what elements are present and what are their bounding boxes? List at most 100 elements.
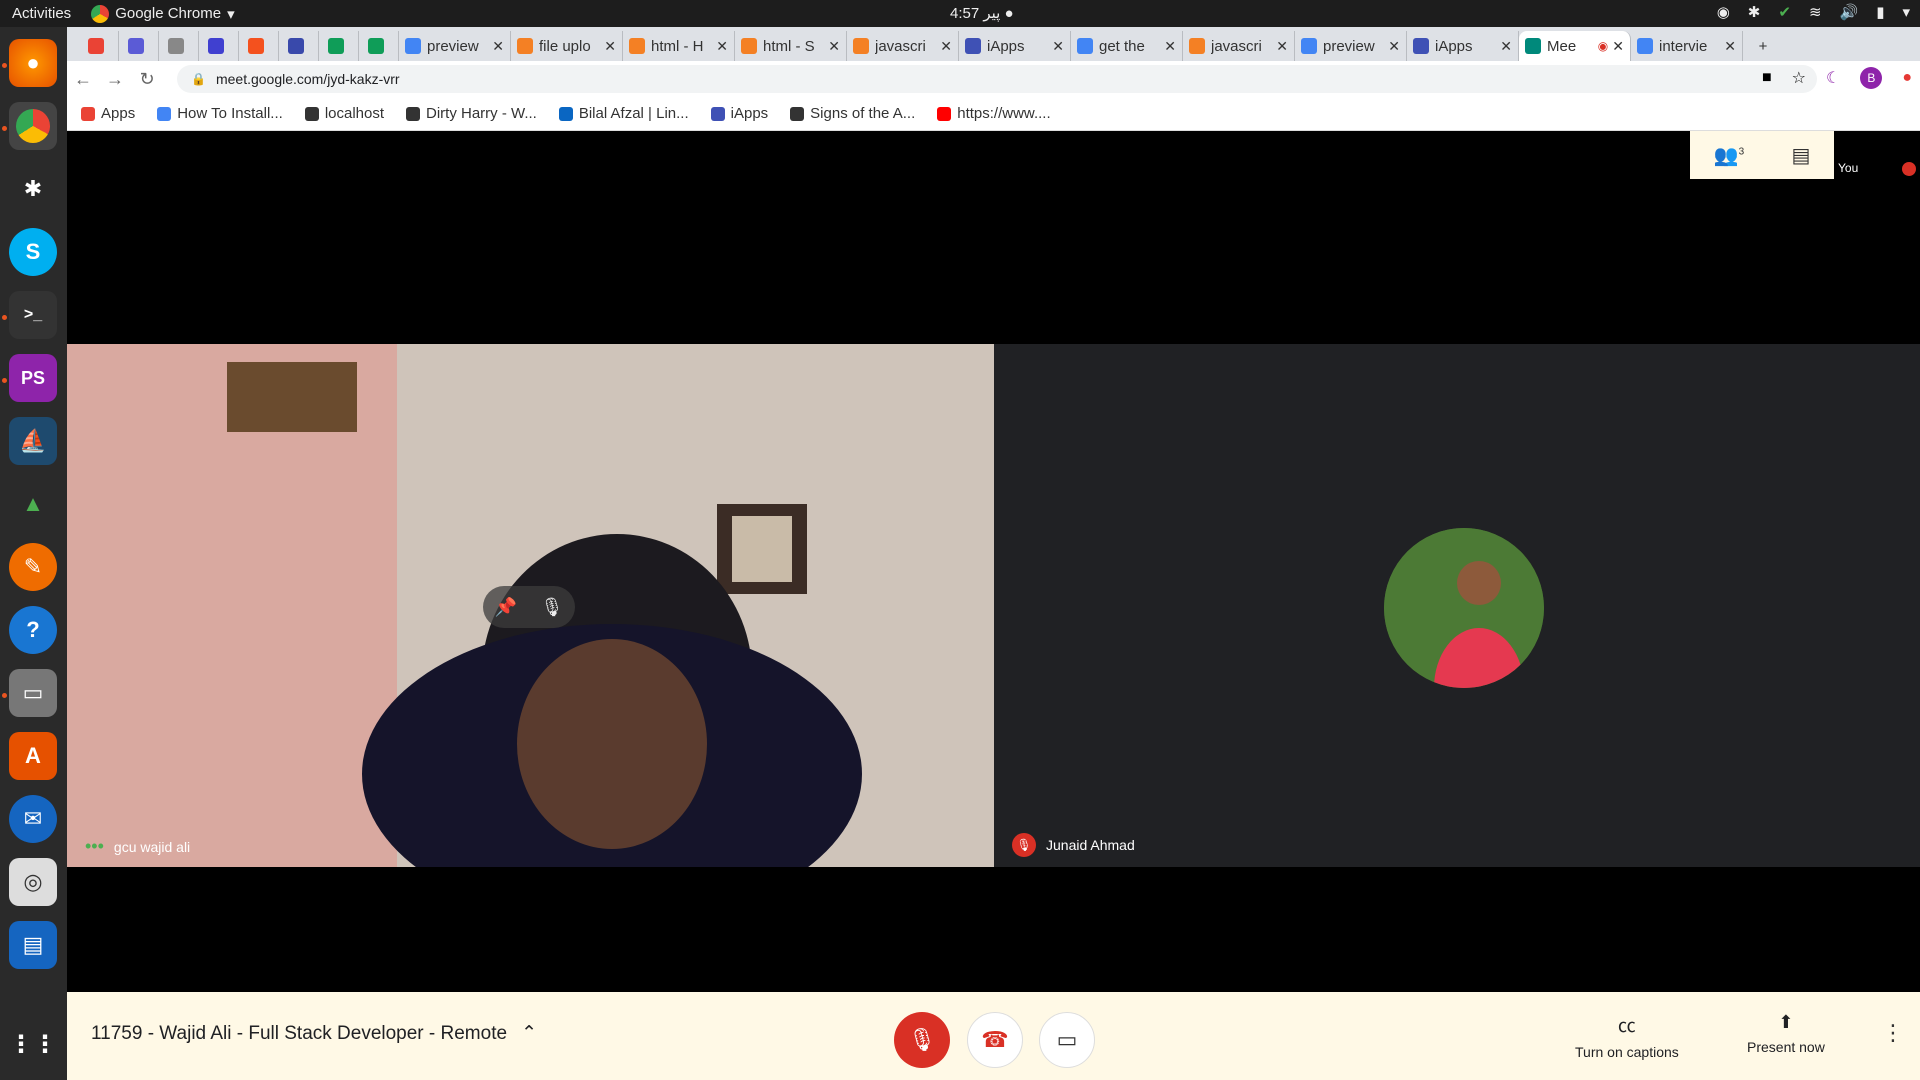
bookmark-item[interactable]: How To Install... (157, 105, 283, 122)
browser-tab[interactable] (359, 31, 399, 61)
chat-icon[interactable]: ▤ (1791, 143, 1810, 168)
participant-name-tag: ••• gcu wajid ali (85, 836, 190, 857)
browser-tab[interactable]: html - S ✕ (735, 31, 847, 61)
bookmark-item[interactable]: iApps (710, 105, 768, 122)
mysql-workbench-icon[interactable]: ⛵ (9, 417, 57, 465)
system-menu-icon[interactable]: ▾ (1902, 3, 1910, 21)
close-tab-icon[interactable]: ✕ (492, 38, 504, 55)
participant-tile-video[interactable]: 📌 🎙 ••• gcu wajid ali (67, 344, 994, 867)
close-tab-icon[interactable]: ✕ (1052, 38, 1064, 55)
participant-avatar (1384, 528, 1544, 688)
software-center-icon[interactable]: A (9, 732, 57, 780)
picture-frame-inner (732, 516, 792, 582)
rocket-icon[interactable]: ▲ (9, 480, 57, 528)
profile-avatar[interactable]: B (1860, 67, 1883, 89)
running-indicator (2, 63, 7, 68)
address-bar[interactable]: 🔒 meet.google.com/jyd-kakz-vrr (177, 65, 1817, 93)
browser-tab[interactable]: preview ✕ (399, 31, 511, 61)
browser-tab[interactable]: javascri ✕ (1183, 31, 1295, 61)
record-icon[interactable]: ◉ (1717, 3, 1730, 21)
self-view-tile[interactable]: You (1834, 131, 1920, 179)
browser-tab[interactable] (279, 31, 319, 61)
chrome-dock-icon[interactable] (9, 102, 57, 150)
browser-tab[interactable]: iApps ✕ (1407, 31, 1519, 61)
browser-tab[interactable]: javascri ✕ (847, 31, 959, 61)
bookmark-item[interactable]: Bilal Afzal | Lin... (558, 105, 689, 122)
close-tab-icon[interactable]: ✕ (716, 38, 728, 55)
browser-tab[interactable] (159, 31, 199, 61)
camera-toggle-button[interactable]: ▭ (1039, 1012, 1095, 1068)
slack-tray-icon[interactable]: ✱ (1748, 3, 1761, 21)
thunderbird-icon[interactable]: ✉ (9, 795, 57, 843)
more-options-icon[interactable]: ⋮ (1882, 1020, 1904, 1046)
participants-button[interactable]: 👥3 (1714, 143, 1744, 168)
browser-chrome: preview ✕ file uplo ✕ html - H ✕ html - S ✕ java… (67, 27, 1920, 131)
close-tab-icon[interactable]: ✕ (1612, 38, 1624, 55)
close-tab-icon[interactable]: ✕ (604, 38, 616, 55)
close-tab-icon[interactable]: ✕ (1164, 38, 1176, 55)
tab-favicon-icon (405, 38, 421, 54)
star-icon[interactable]: ☆ (1792, 68, 1806, 88)
browser-tab[interactable] (199, 31, 239, 61)
close-tab-icon[interactable]: ✕ (828, 38, 840, 55)
back-icon[interactable]: ← (67, 69, 99, 90)
extension-icon[interactable]: ● (1902, 69, 1912, 87)
phpstorm-icon[interactable]: PS (9, 354, 57, 402)
reload-icon[interactable]: ↻ (131, 69, 163, 90)
battery-icon[interactable]: ▮ (1876, 3, 1884, 21)
terminal-icon[interactable]: >_ (9, 291, 57, 339)
browser-tab[interactable]: preview ✕ (1295, 31, 1407, 61)
camera-icon[interactable]: ■ (1762, 69, 1772, 87)
wifi-icon[interactable]: ≋ (1809, 3, 1822, 21)
app-menu[interactable]: Google Chrome ▾ (91, 4, 235, 23)
firefox-icon[interactable]: ● (9, 39, 57, 87)
bookmark-item[interactable]: Signs of the A... (790, 105, 915, 122)
dark-reader-icon[interactable]: ☾ (1826, 68, 1840, 88)
mic-toggle-button[interactable]: 🎙 (894, 1012, 950, 1068)
close-tab-icon[interactable]: ✕ (1388, 38, 1400, 55)
meeting-details-button[interactable]: 11759 - Wajid Ali - Full Stack Developer… (91, 1022, 537, 1045)
bookmark-item[interactable]: Dirty Harry - W... (406, 105, 537, 122)
present-button[interactable]: ⬆ Present now (1747, 1012, 1825, 1055)
participant-tile-avatar[interactable]: 🎙 Junaid Ahmad (994, 344, 1920, 867)
browser-tab[interactable]: Mee ◉ ✕ (1519, 31, 1631, 61)
browser-tab[interactable]: intervie ✕ (1631, 31, 1743, 61)
forward-icon[interactable]: → (99, 69, 131, 90)
check-icon[interactable]: ✔ (1778, 3, 1791, 21)
slack-icon[interactable]: ✱ (9, 165, 57, 213)
close-tab-icon[interactable]: ✕ (1500, 38, 1512, 55)
postman-icon[interactable]: ✎ (9, 543, 57, 591)
lock-icon[interactable]: 🔒 (191, 72, 206, 86)
bookmark-item[interactable]: https://www.... (937, 105, 1051, 122)
pin-icon[interactable]: 📌 (495, 597, 517, 618)
captions-button[interactable]: ㏄ Turn on captions (1575, 1012, 1679, 1060)
tab-favicon-icon (167, 38, 184, 54)
system-tray[interactable]: ◉ ✱ ✔ ≋ 🔊 ▮ ▾ (1717, 3, 1910, 21)
browser-tab[interactable]: get the ✕ (1071, 31, 1183, 61)
close-tab-icon[interactable]: ✕ (1724, 38, 1736, 55)
mic-icon[interactable]: 🎙 (540, 597, 563, 618)
leave-call-button[interactable]: ☎ (967, 1012, 1023, 1068)
new-tab-button[interactable]: + (1743, 31, 1783, 61)
browser-tab[interactable] (79, 31, 119, 61)
close-tab-icon[interactable]: ✕ (1276, 38, 1288, 55)
bookmark-item[interactable]: Apps (81, 105, 135, 122)
activities-button[interactable]: Activities (12, 5, 71, 22)
browser-tab[interactable] (319, 31, 359, 61)
files-icon[interactable]: ▭ (9, 669, 57, 717)
close-tab-icon[interactable]: ✕ (940, 38, 952, 55)
browser-tab[interactable]: iApps ✕ (959, 31, 1071, 61)
writer-icon[interactable]: ▤ (9, 921, 57, 969)
rhythmbox-icon[interactable]: ◎ (9, 858, 57, 906)
help-icon[interactable]: ? (9, 606, 57, 654)
clock[interactable]: 4:57 پیر ● (950, 4, 1014, 22)
skype-icon[interactable]: S (9, 228, 57, 276)
browser-tab[interactable]: file uplo ✕ (511, 31, 623, 61)
browser-tab[interactable] (119, 31, 159, 61)
browser-tab[interactable] (239, 31, 279, 61)
show-apps-icon[interactable]: ⋮⋮ (9, 1020, 57, 1068)
tab-label: javascri (875, 37, 926, 55)
volume-icon[interactable]: 🔊 (1840, 3, 1859, 21)
browser-tab[interactable]: html - H ✕ (623, 31, 735, 61)
bookmark-item[interactable]: localhost (304, 105, 384, 122)
